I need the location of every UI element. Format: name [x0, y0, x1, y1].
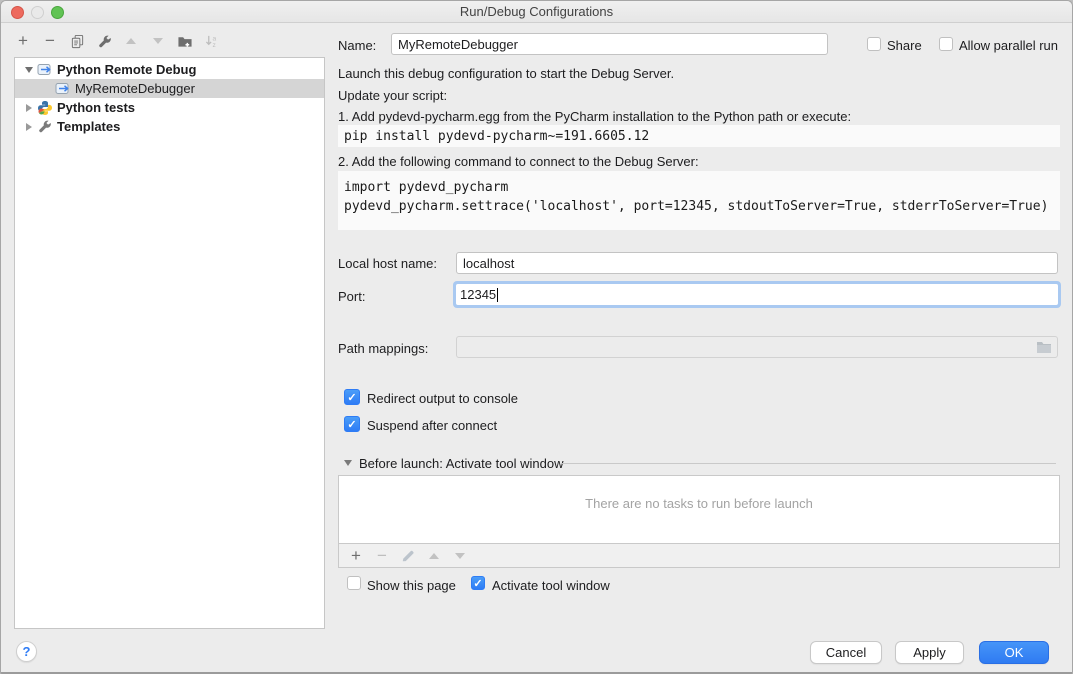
configurations-toolbar: az	[15, 29, 220, 53]
configurations-tree: Python Remote Debug MyRemoteDebugger Pyt…	[14, 57, 325, 629]
tree-item-label: Python tests	[57, 100, 135, 115]
tree-item-label: MyRemoteDebugger	[75, 81, 195, 96]
window-title: Run/Debug Configurations	[1, 4, 1072, 19]
help-button[interactable]: ?	[16, 641, 37, 662]
python-tests-icon	[37, 100, 53, 116]
tree-item-python-remote-debug[interactable]: Python Remote Debug	[15, 60, 324, 79]
expander-open-icon[interactable]	[21, 67, 37, 73]
path-mappings-label: Path mappings:	[338, 341, 428, 356]
share-checkbox[interactable]	[867, 37, 881, 51]
activate-tool-window-label: Activate tool window	[492, 578, 610, 593]
tree-item-label: Templates	[57, 119, 120, 134]
wrench-icon	[37, 119, 53, 135]
instructions-step2: 2. Add the following command to connect …	[338, 154, 699, 169]
allow-parallel-run-checkbox[interactable]	[939, 37, 953, 51]
settrace-code-block: import pydevd_pycharm pydevd_pycharm.set…	[338, 171, 1060, 230]
show-this-page-checkbox[interactable]	[347, 576, 361, 590]
pip-install-code: pip install pydevd-pycharm~=191.6605.12	[338, 125, 1060, 147]
task-list-toolbar	[338, 544, 1060, 568]
show-this-page-label: Show this page	[367, 578, 456, 593]
expander-closed-icon[interactable]	[21, 123, 37, 131]
name-input-value: MyRemoteDebugger	[398, 37, 518, 52]
move-up-icon[interactable]	[123, 33, 139, 49]
name-label: Name:	[338, 38, 376, 53]
expander-closed-icon[interactable]	[21, 104, 37, 112]
remove-configuration-icon[interactable]	[42, 33, 58, 49]
section-divider	[561, 463, 1056, 464]
allow-parallel-run-label: Allow parallel run	[959, 38, 1058, 53]
redirect-output-label: Redirect output to console	[367, 391, 518, 406]
titlebar: Run/Debug Configurations	[1, 1, 1072, 23]
apply-button[interactable]: Apply	[895, 641, 964, 664]
cancel-button[interactable]: Cancel	[810, 641, 882, 664]
remote-debug-icon	[55, 81, 71, 97]
before-launch-collapse-icon[interactable]	[344, 460, 352, 466]
path-mappings-input[interactable]	[456, 336, 1058, 358]
tree-item-label: Python Remote Debug	[57, 62, 196, 77]
add-configuration-icon[interactable]	[15, 33, 31, 49]
port-input[interactable]: 12345	[456, 284, 1058, 305]
remote-debug-icon	[37, 62, 53, 78]
move-down-icon[interactable]	[150, 33, 166, 49]
instructions-intro: Launch this debug configuration to start…	[338, 66, 674, 81]
share-label: Share	[887, 38, 922, 53]
text-caret	[497, 288, 498, 302]
before-launch-task-list[interactable]: There are no tasks to run before launch	[338, 475, 1060, 544]
copy-configuration-icon[interactable]	[69, 33, 85, 49]
add-task-icon[interactable]	[348, 548, 364, 564]
run-debug-configurations-dialog: Run/Debug Configurations az Python Remot…	[0, 0, 1073, 674]
new-folder-icon[interactable]	[177, 33, 193, 49]
port-value: 12345	[460, 287, 496, 302]
before-launch-title: Before launch: Activate tool window	[359, 456, 564, 471]
port-label: Port:	[338, 289, 365, 304]
edit-task-icon[interactable]	[400, 548, 416, 564]
svg-text:z: z	[212, 42, 215, 49]
edit-templates-icon[interactable]	[96, 33, 112, 49]
remove-task-icon[interactable]	[374, 548, 390, 564]
port-input-focus-ring: 12345	[453, 281, 1061, 308]
tree-item-templates[interactable]: Templates	[15, 117, 324, 136]
suspend-after-connect-label: Suspend after connect	[367, 418, 497, 433]
ok-button[interactable]: OK	[979, 641, 1049, 664]
empty-tasks-message: There are no tasks to run before launch	[339, 496, 1059, 511]
name-input[interactable]: MyRemoteDebugger	[391, 33, 828, 55]
move-task-down-icon[interactable]	[452, 548, 468, 564]
move-task-up-icon[interactable]	[426, 548, 442, 564]
sort-alphabetically-icon[interactable]: az	[204, 33, 220, 49]
local-host-value: localhost	[463, 256, 514, 271]
browse-folder-icon[interactable]	[1036, 340, 1052, 354]
local-host-label: Local host name:	[338, 256, 437, 271]
instructions-step1: 1. Add pydevd-pycharm.egg from the PyCha…	[338, 109, 851, 124]
tree-item-myremotedebugger[interactable]: MyRemoteDebugger	[15, 79, 324, 98]
tree-item-python-tests[interactable]: Python tests	[15, 98, 324, 117]
redirect-output-checkbox[interactable]	[344, 389, 360, 405]
suspend-after-connect-checkbox[interactable]	[344, 416, 360, 432]
local-host-input[interactable]: localhost	[456, 252, 1058, 274]
instructions-update: Update your script:	[338, 88, 447, 103]
activate-tool-window-checkbox[interactable]	[471, 576, 485, 590]
